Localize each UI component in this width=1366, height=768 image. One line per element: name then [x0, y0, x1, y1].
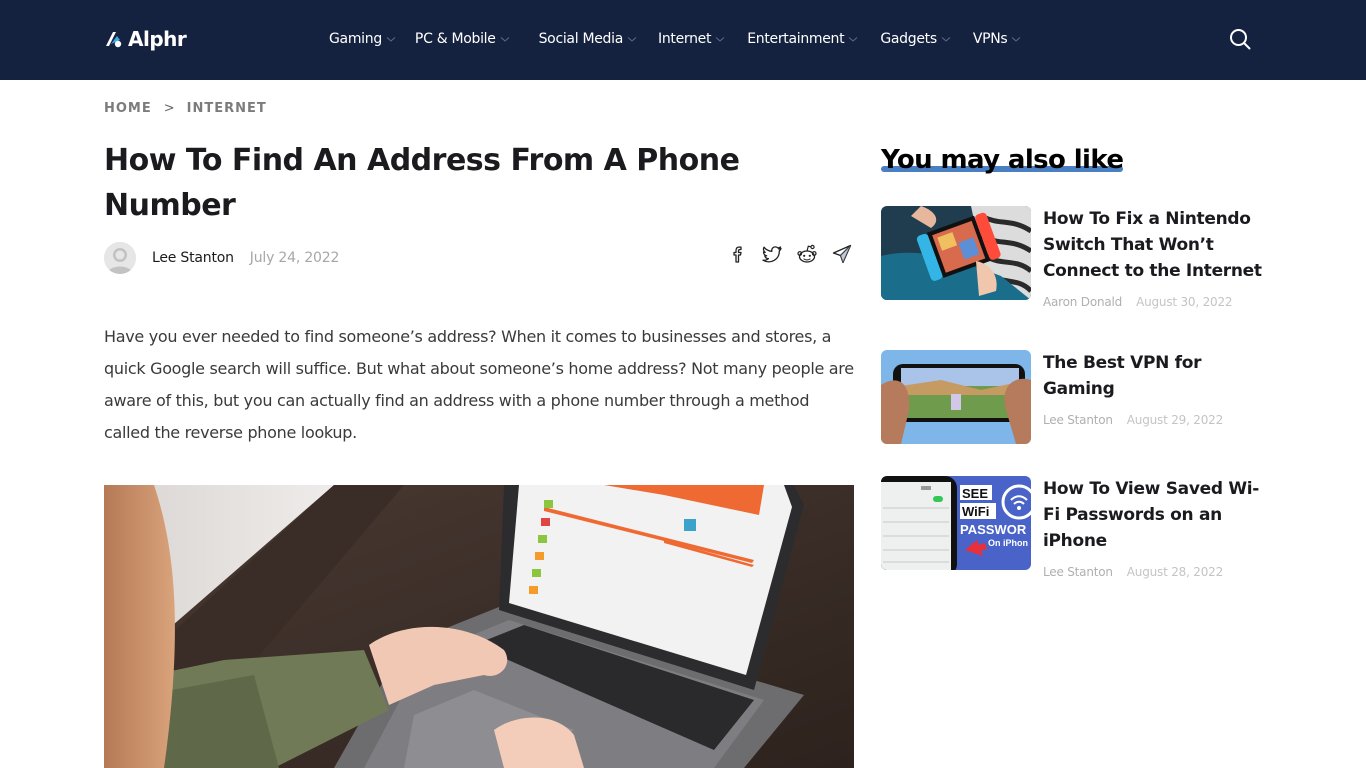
mobile-gaming-thumbnail [881, 350, 1031, 444]
breadcrumb-internet[interactable]: INTERNET [187, 101, 267, 116]
author-avatar[interactable] [104, 242, 136, 274]
share-buttons [726, 243, 853, 265]
chevron-down-icon [715, 37, 725, 42]
post-thumbnail[interactable] [881, 206, 1031, 300]
related-post-author[interactable]: Lee Stanton [1043, 413, 1113, 427]
related-post-author[interactable]: Aaron Donald [1043, 295, 1122, 309]
nav-label: PC & Mobile [414, 31, 496, 47]
related-post-title[interactable]: How To View Saved Wi-Fi Passwords on an … [1043, 476, 1268, 554]
related-post-meta: Lee Stanton August 29, 2022 [1043, 413, 1223, 427]
related-post-title[interactable]: The Best VPN for Gaming [1043, 350, 1268, 402]
nav-item-entertainment[interactable]: Entertainment [747, 31, 858, 47]
thumb-wifi-text: WiFi [962, 504, 989, 519]
facebook-icon[interactable] [726, 243, 748, 265]
post-date: July 24, 2022 [249, 250, 340, 266]
nav-item-gadgets[interactable]: Gadgets [880, 31, 951, 47]
article-hero-image [104, 485, 854, 768]
nav-item-internet[interactable]: Internet [658, 31, 725, 47]
send-icon[interactable] [831, 243, 853, 265]
chevron-down-icon [1012, 37, 1021, 42]
twitter-icon[interactable] [761, 243, 783, 265]
nav-label: Gaming [329, 31, 382, 47]
thumb-password-text: PASSWOR [960, 522, 1027, 537]
breadcrumb-separator: > [163, 101, 176, 116]
related-post-author[interactable]: Lee Stanton [1043, 565, 1113, 579]
related-post-date: August 30, 2022 [1136, 295, 1233, 309]
logo-text: Alphr [128, 27, 187, 51]
chevron-down-icon [627, 37, 637, 42]
thumb-iphone-text: On iPhon [988, 538, 1028, 548]
alphr-logo-icon [106, 32, 122, 48]
site-logo[interactable]: Alphr [104, 25, 187, 53]
nav-item-vpns[interactable]: VPNs [973, 31, 1022, 47]
related-post-date: August 28, 2022 [1126, 565, 1224, 579]
nav-label: VPNs [972, 31, 1008, 47]
nav-item-pc-mobile[interactable]: PC & Mobile [415, 31, 510, 47]
chevron-down-icon [848, 37, 858, 42]
chevron-down-icon [386, 37, 396, 42]
chevron-down-icon [941, 37, 951, 42]
post-thumbnail[interactable]: SEE WiFi PASSWOR On iPhon [881, 476, 1031, 570]
nav-label: Social Media [538, 31, 624, 47]
default-avatar-icon [104, 242, 136, 274]
top-navigation-bar: Alphr Gaming PC & Mobile Social Media In… [0, 0, 1366, 80]
sidebar-heading: You may also like [881, 145, 1124, 175]
nav-label: Gadgets [880, 31, 937, 47]
related-post-date: August 29, 2022 [1126, 413, 1224, 427]
nav-label: Internet [658, 31, 712, 47]
author-name[interactable]: Lee Stanton [152, 250, 234, 266]
author-row: Lee Stanton July 24, 2022 [104, 241, 339, 275]
breadcrumb: HOME > INTERNET [104, 101, 267, 116]
related-post-meta: Lee Stanton August 28, 2022 [1043, 565, 1223, 579]
breadcrumb-home[interactable]: HOME [104, 101, 152, 116]
article-intro: Have you ever needed to find someone’s a… [104, 327, 854, 442]
search-icon[interactable] [1228, 27, 1252, 51]
post-thumbnail[interactable] [881, 350, 1031, 444]
article-title: How To Find An Address From A Phone Numb… [104, 143, 740, 223]
sidebar-heading-text: You may also like [881, 145, 1124, 175]
wifi-password-thumbnail: SEE WiFi PASSWOR On iPhon [881, 476, 1031, 570]
nav-item-gaming[interactable]: Gaming [329, 31, 396, 47]
main-nav: Gaming PC & Mobile Social Media Internet… [329, 28, 1021, 50]
chevron-down-icon [500, 37, 509, 42]
nintendo-switch-thumbnail [881, 206, 1031, 300]
related-post-meta: Aaron Donald August 30, 2022 [1043, 295, 1233, 309]
nav-item-social-media[interactable]: Social Media [539, 31, 637, 47]
related-post-title[interactable]: How To Fix a Nintendo Switch That Won’t … [1043, 206, 1268, 284]
thumb-see-text: SEE [962, 486, 988, 501]
laptop-typing-illustration [104, 485, 854, 768]
nav-label: Entertainment [747, 31, 845, 47]
reddit-icon[interactable] [796, 243, 818, 265]
